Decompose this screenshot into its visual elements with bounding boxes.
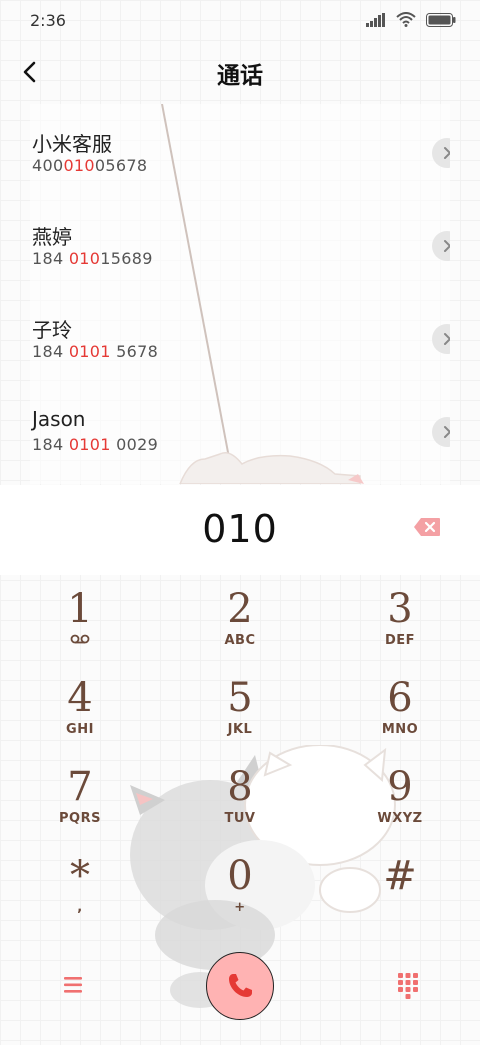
phone-icon (229, 974, 252, 997)
key-digit: 0 (227, 853, 253, 899)
dialed-digits: 010 (202, 507, 278, 551)
contact-name: 小米客服 (32, 132, 112, 156)
page-title: 通话 (217, 63, 263, 89)
key-sub: , (77, 900, 83, 915)
key-sub: GHI (66, 722, 94, 737)
key-digit: 4 (67, 675, 93, 721)
chevron-right-icon (444, 240, 450, 252)
contact-detail-button[interactable] (432, 324, 450, 354)
dial-display: 010 (0, 485, 480, 575)
battery-icon (426, 12, 456, 27)
contact-number: 184 01015689 (32, 249, 153, 268)
call-button[interactable] (206, 952, 274, 1020)
voicemail-icon (70, 634, 90, 644)
contact-name: 子玲 (32, 318, 72, 342)
key-digit: 9 (387, 764, 413, 810)
backspace-icon (414, 518, 440, 536)
key-digit: * (70, 853, 90, 899)
key-sub: WXYZ (377, 811, 423, 826)
contact-row[interactable]: 小米客服 40001005678 (30, 104, 450, 197)
dialpad-toggle-button[interactable] (393, 970, 423, 1000)
key-4[interactable]: 4 GHI (20, 664, 140, 748)
key-sub: + (234, 900, 246, 915)
key-5[interactable]: 5 JKL (180, 664, 300, 748)
key-sub: DEF (384, 633, 416, 648)
key-sub: ABC (224, 633, 256, 648)
contact-detail-button[interactable] (432, 417, 450, 447)
contact-number: 184 0101 5678 (32, 342, 159, 361)
signal-icon (366, 12, 385, 27)
backspace-button[interactable] (413, 517, 441, 537)
contact-detail-button[interactable] (432, 231, 450, 261)
contact-name: 燕婷 (32, 225, 72, 249)
key-0[interactable]: 0 + (180, 842, 300, 926)
key-digit: 1 (67, 586, 93, 632)
contact-suggestion-list: 小米客服 40001005678 燕婷 184 01015689 子玲 184 … (30, 104, 450, 484)
key-digit: 7 (67, 764, 93, 810)
key-hash[interactable]: # (340, 842, 460, 926)
contact-row[interactable]: 子玲 184 0101 5678 (30, 290, 450, 383)
contact-number: 40001005678 (32, 156, 148, 175)
key-digit: 5 (227, 675, 253, 721)
status-bar: 2:36 (0, 0, 480, 44)
key-star[interactable]: * , (20, 842, 140, 926)
key-sub: PQRS (59, 811, 101, 826)
key-digit: # (383, 853, 417, 899)
key-sub: MNO (381, 722, 419, 737)
contact-number: 184 0101 0029 (32, 435, 159, 454)
key-digit: 6 (387, 675, 413, 721)
menu-icon (64, 977, 82, 993)
key-6[interactable]: 6 MNO (340, 664, 460, 748)
key-2[interactable]: 2 ABC (180, 575, 300, 659)
contact-name: Jason (32, 407, 86, 431)
contact-row[interactable]: 燕婷 184 01015689 (30, 197, 450, 290)
menu-button[interactable] (58, 970, 88, 1000)
key-sub: TUV (224, 811, 256, 826)
key-digit: 3 (387, 586, 413, 632)
dialpad-icon (398, 973, 418, 999)
key-3[interactable]: 3 DEF (340, 575, 460, 659)
chevron-right-icon (444, 333, 450, 345)
status-time: 2:36 (30, 11, 66, 30)
key-sub (20, 633, 140, 648)
header: 通话 (0, 44, 480, 100)
status-icons (366, 12, 456, 27)
chevron-right-icon (444, 147, 450, 159)
key-digit: 8 (227, 764, 253, 810)
contact-detail-button[interactable] (432, 138, 450, 168)
key-sub: JKL (227, 722, 253, 737)
key-1[interactable]: 1 (20, 575, 140, 659)
wifi-icon (396, 12, 416, 27)
key-9[interactable]: 9 WXYZ (340, 753, 460, 837)
key-8[interactable]: 8 TUV (180, 753, 300, 837)
key-digit: 2 (227, 586, 253, 632)
chevron-right-icon (444, 426, 450, 438)
key-7[interactable]: 7 PQRS (20, 753, 140, 837)
contact-row[interactable]: Jason 184 0101 0029 (30, 383, 450, 476)
